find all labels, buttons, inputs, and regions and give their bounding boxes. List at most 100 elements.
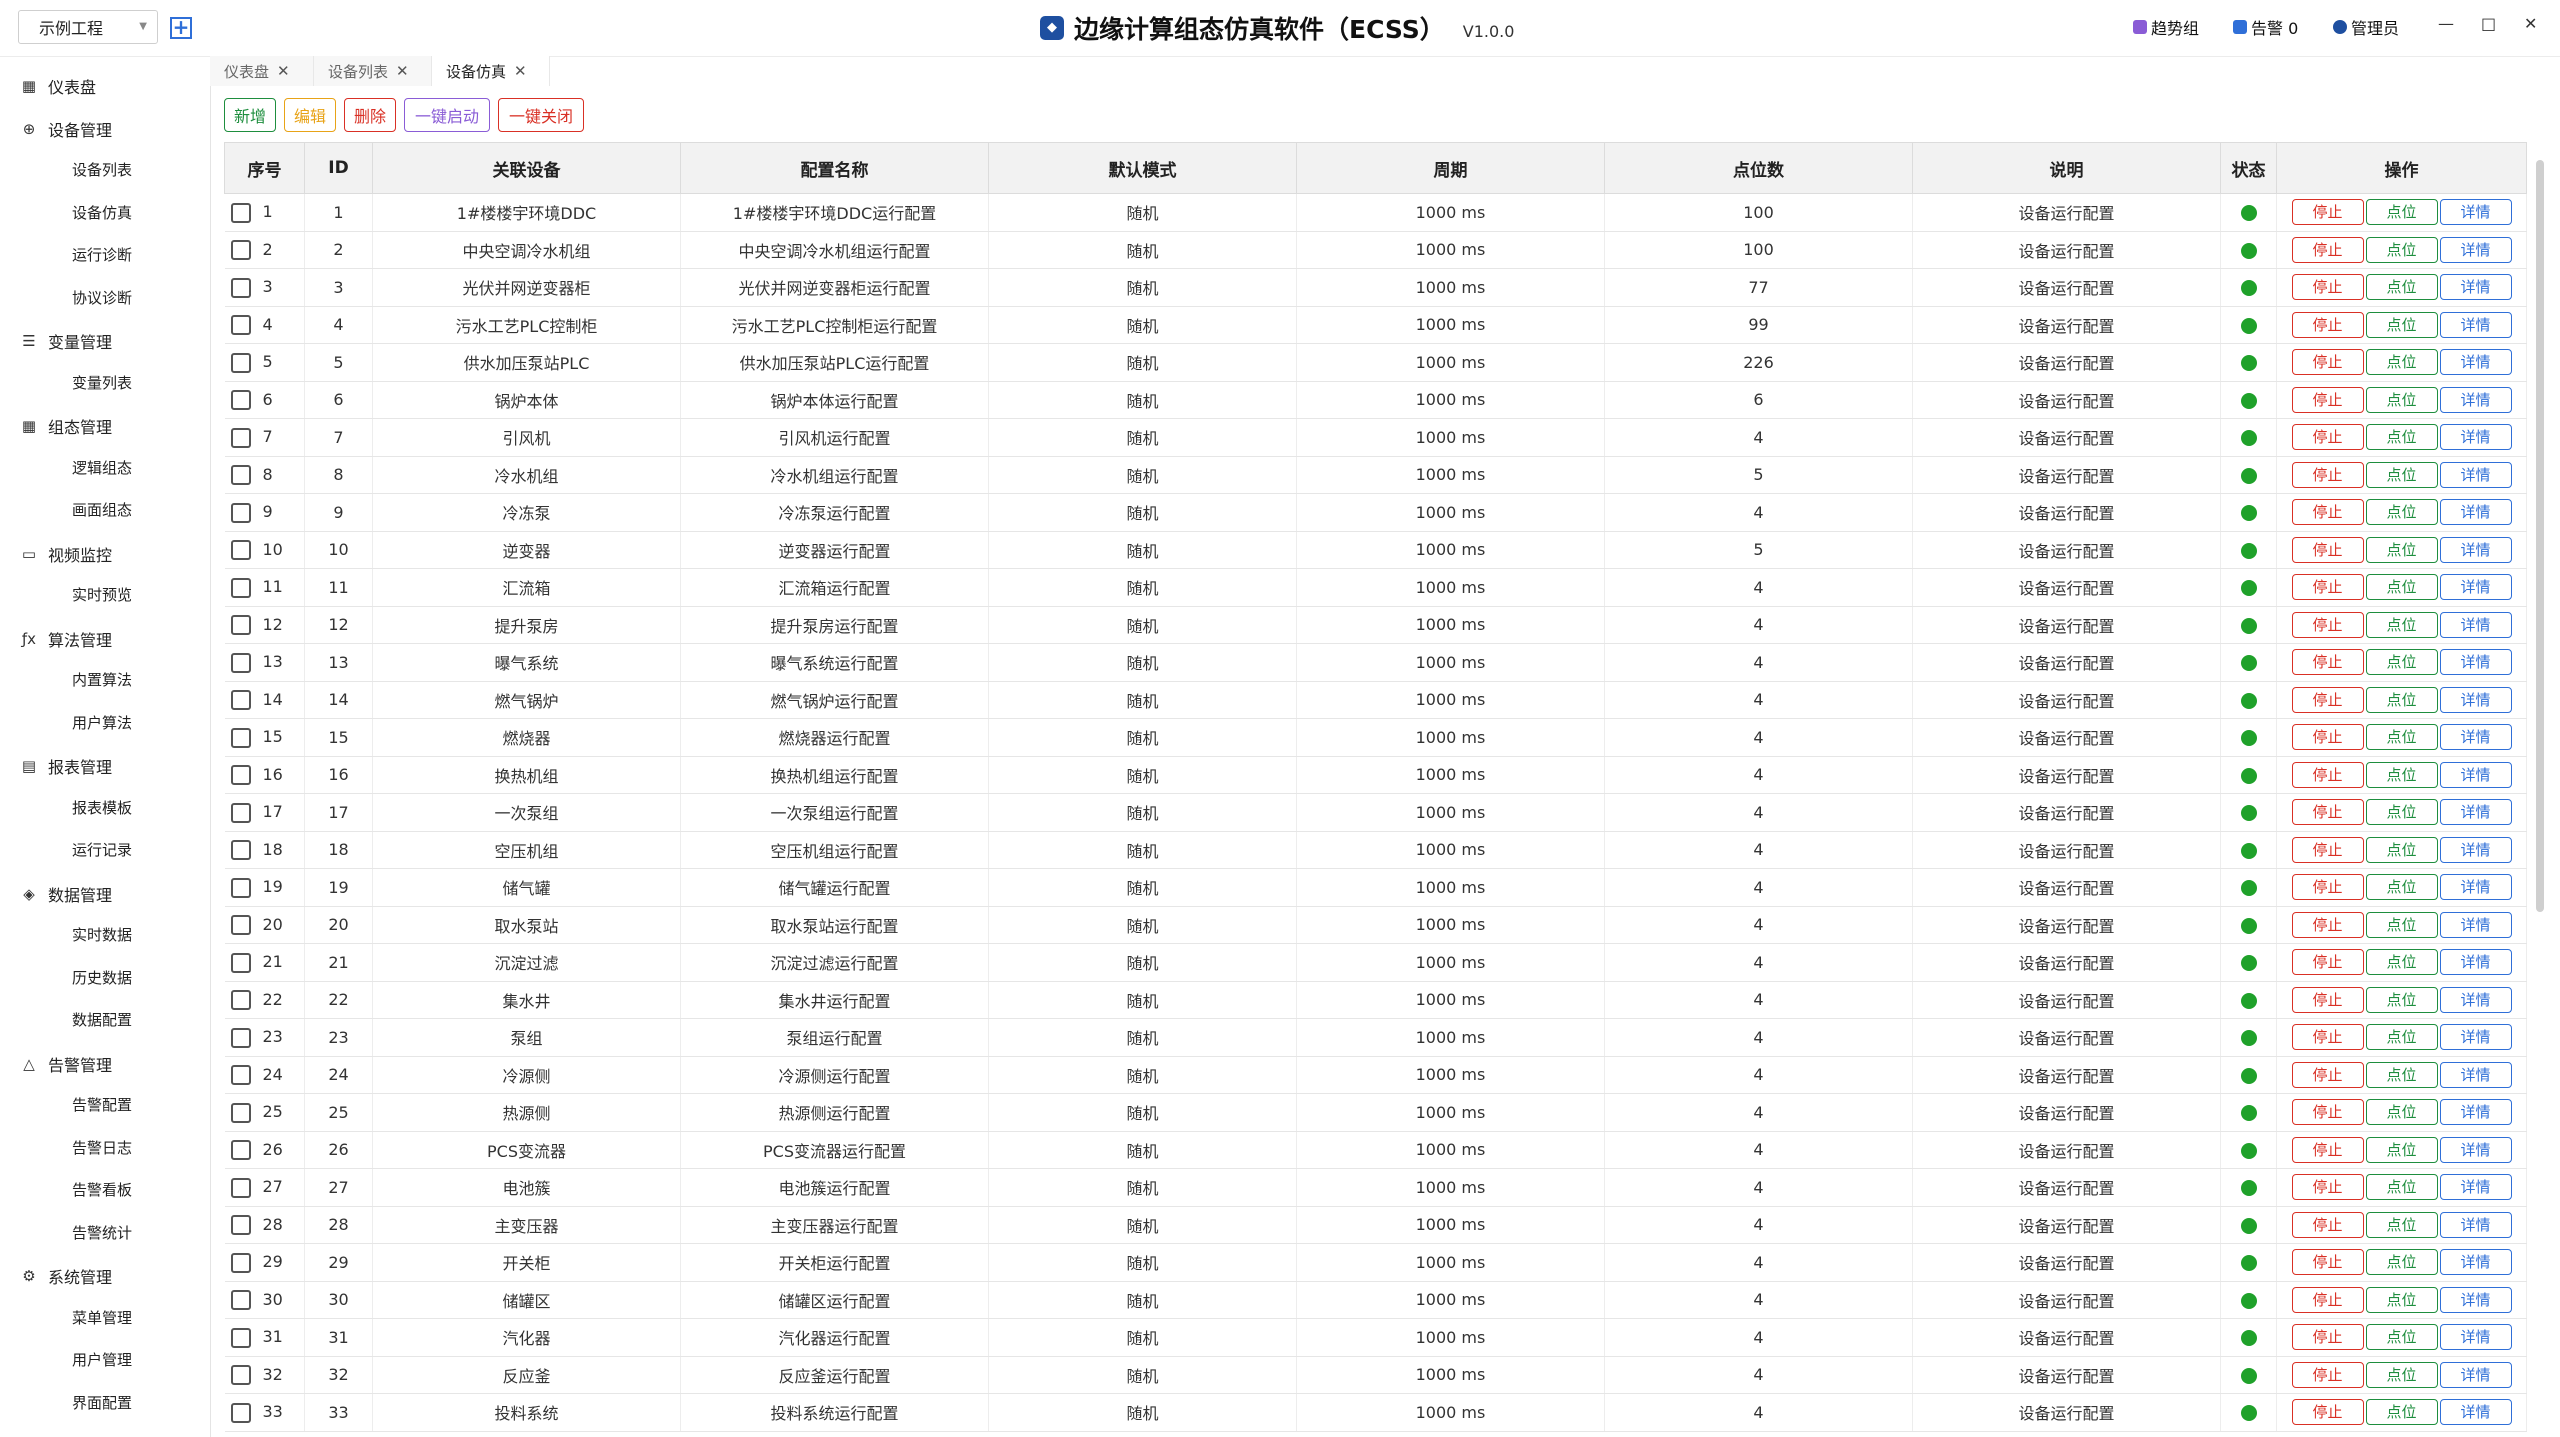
sidebar-item[interactable]: 告警配置 bbox=[72, 1094, 132, 1115]
alarm-button[interactable]: 告警 0 bbox=[2233, 14, 2298, 40]
row-checkbox[interactable] bbox=[230, 802, 251, 823]
detail-button[interactable]: 详情 bbox=[2439, 1361, 2512, 1388]
stop-button[interactable]: 停止 bbox=[2291, 1249, 2364, 1276]
detail-button[interactable]: 详情 bbox=[2439, 574, 2512, 601]
row-checkbox[interactable] bbox=[230, 990, 251, 1010]
stop-button[interactable]: 停止 bbox=[2291, 799, 2364, 826]
table-row[interactable]: 10 10 逆变器 逆变器运行配置 随机 1000 ms 5 设备运行配置 停止 点位 详情 bbox=[224, 531, 2527, 569]
sidebar-item[interactable]: 运行诊断 bbox=[72, 244, 132, 265]
points-button[interactable]: 点位 bbox=[2365, 236, 2438, 263]
table-row[interactable]: 28 28 主变压器 主变压器运行配置 随机 1000 ms 4 设备运行配置 停止 点位 详情 bbox=[224, 1206, 2527, 1244]
points-button[interactable]: 点位 bbox=[2365, 311, 2438, 338]
row-checkbox[interactable] bbox=[230, 202, 251, 223]
row-checkbox[interactable] bbox=[230, 1252, 251, 1273]
row-checkbox[interactable] bbox=[230, 427, 251, 448]
table-row[interactable]: 19 19 储气罐 储气罐运行配置 随机 1000 ms 4 设备运行配置 停止 点位 详情 bbox=[224, 868, 2527, 907]
row-checkbox[interactable] bbox=[230, 765, 251, 785]
table-row[interactable]: 17 17 一次泵组 一次泵组运行配置 随机 1000 ms 4 设备运行配置 停止 点位 详情 bbox=[224, 793, 2527, 832]
stop-button[interactable]: 停止 bbox=[2291, 874, 2364, 901]
detail-button[interactable]: 详情 bbox=[2439, 424, 2512, 451]
stop-button[interactable]: 停止 bbox=[2291, 611, 2364, 638]
table-row[interactable]: 25 25 热源侧 热源侧运行配置 随机 1000 ms 4 设备运行配置 停止 点位 详情 bbox=[224, 1093, 2527, 1132]
points-button[interactable]: 点位 bbox=[2365, 874, 2438, 901]
sidebar-item[interactable]: 告警统计 bbox=[72, 1222, 132, 1243]
stop-button[interactable]: 停止 bbox=[2291, 274, 2364, 301]
stop-button[interactable]: 停止 bbox=[2291, 199, 2364, 226]
detail-button[interactable]: 详情 bbox=[2439, 274, 2512, 301]
tab-device-simulation[interactable]: 设备仿真 ✕ bbox=[432, 56, 550, 86]
close-icon[interactable]: ✕ bbox=[277, 62, 290, 80]
table-row[interactable]: 8 8 冷水机组 冷水机组运行配置 随机 1000 ms 5 设备运行配置 停止 点位 详情 bbox=[224, 456, 2527, 494]
row-checkbox[interactable] bbox=[230, 1065, 251, 1085]
sidebar-item[interactable]: 报表模板 bbox=[72, 797, 132, 818]
row-checkbox[interactable] bbox=[230, 877, 251, 898]
sidebar-group-6[interactable]: ▤ 报表管理 bbox=[20, 754, 112, 778]
row-checkbox[interactable] bbox=[230, 502, 251, 523]
sidebar-group-2[interactable]: ☰ 变量管理 bbox=[20, 329, 112, 353]
stop-button[interactable]: 停止 bbox=[2291, 1286, 2364, 1313]
stop-button[interactable]: 停止 bbox=[2291, 761, 2364, 788]
points-button[interactable]: 点位 bbox=[2365, 536, 2438, 563]
header-period[interactable]: 周期 bbox=[1296, 142, 1605, 194]
header-device[interactable]: 关联设备 bbox=[372, 142, 681, 194]
points-button[interactable]: 点位 bbox=[2365, 1174, 2438, 1201]
table-row[interactable]: 24 24 冷源侧 冷源侧运行配置 随机 1000 ms 4 设备运行配置 停止 点位 详情 bbox=[224, 1056, 2527, 1094]
sidebar-item[interactable]: 运行记录 bbox=[72, 839, 132, 860]
row-checkbox[interactable] bbox=[230, 1365, 251, 1385]
sidebar-item[interactable]: 画面组态 bbox=[72, 499, 132, 520]
row-checkbox[interactable] bbox=[230, 352, 251, 373]
detail-button[interactable]: 详情 bbox=[2439, 349, 2512, 376]
close-icon[interactable]: ✕ bbox=[2524, 14, 2537, 33]
detail-button[interactable]: 详情 bbox=[2439, 1399, 2512, 1426]
table-row[interactable]: 31 31 汽化器 汽化器运行配置 随机 1000 ms 4 设备运行配置 停止 点位 详情 bbox=[224, 1318, 2527, 1357]
points-button[interactable]: 点位 bbox=[2365, 1399, 2438, 1426]
sidebar-group-1[interactable]: ⊕ 设备管理 bbox=[20, 117, 112, 141]
detail-button[interactable]: 详情 bbox=[2439, 386, 2512, 413]
detail-button[interactable]: 详情 bbox=[2439, 311, 2512, 338]
sidebar-group-4[interactable]: ▭ 视频监控 bbox=[20, 542, 112, 566]
points-button[interactable]: 点位 bbox=[2365, 1324, 2438, 1351]
stop-button[interactable]: 停止 bbox=[2291, 1024, 2364, 1051]
table-row[interactable]: 2 2 中央空调冷水机组 中央空调冷水机组运行配置 随机 1000 ms 100 设备运行配置… bbox=[224, 231, 2527, 269]
points-button[interactable]: 点位 bbox=[2365, 199, 2438, 226]
row-checkbox[interactable] bbox=[230, 465, 251, 485]
stop-button[interactable]: 停止 bbox=[2291, 424, 2364, 451]
stop-button[interactable]: 停止 bbox=[2291, 1399, 2364, 1426]
minimize-icon[interactable]: — bbox=[2438, 14, 2454, 33]
row-checkbox[interactable] bbox=[230, 1140, 251, 1160]
stop-button[interactable]: 停止 bbox=[2291, 1174, 2364, 1201]
table-row[interactable]: 7 7 引风机 引风机运行配置 随机 1000 ms 4 设备运行配置 停止 点位 详情 bbox=[224, 418, 2527, 457]
stop-button[interactable]: 停止 bbox=[2291, 986, 2364, 1013]
sidebar-item[interactable]: 历史数据 bbox=[72, 967, 132, 988]
detail-button[interactable]: 详情 bbox=[2439, 1286, 2512, 1313]
header-id[interactable]: ID bbox=[304, 142, 373, 194]
row-checkbox[interactable] bbox=[230, 315, 251, 335]
maximize-icon[interactable]: □ bbox=[2481, 14, 2496, 33]
trend-group-button[interactable]: 趋势组 bbox=[2133, 14, 2199, 40]
table-row[interactable]: 9 9 冷冻泵 冷冻泵运行配置 随机 1000 ms 4 设备运行配置 停止 点位 详情 bbox=[224, 493, 2527, 532]
stop-button[interactable]: 停止 bbox=[2291, 349, 2364, 376]
detail-button[interactable]: 详情 bbox=[2439, 1174, 2512, 1201]
sidebar-item[interactable]: 告警看板 bbox=[72, 1179, 132, 1200]
points-button[interactable]: 点位 bbox=[2365, 1361, 2438, 1388]
table-row[interactable]: 30 30 储罐区 储罐区运行配置 随机 1000 ms 4 设备运行配置 停止 点位 详情 bbox=[224, 1281, 2527, 1319]
user-menu[interactable]: 管理员 bbox=[2333, 14, 2399, 40]
close-icon[interactable]: ✕ bbox=[514, 62, 527, 80]
detail-button[interactable]: 详情 bbox=[2439, 499, 2512, 526]
detail-button[interactable]: 详情 bbox=[2439, 986, 2512, 1013]
points-button[interactable]: 点位 bbox=[2365, 1286, 2438, 1313]
detail-button[interactable]: 详情 bbox=[2439, 836, 2512, 863]
row-checkbox[interactable] bbox=[230, 1327, 251, 1348]
detail-button[interactable]: 详情 bbox=[2439, 799, 2512, 826]
row-checkbox[interactable] bbox=[230, 690, 251, 710]
row-checkbox[interactable] bbox=[230, 727, 251, 748]
stop-button[interactable]: 停止 bbox=[2291, 311, 2364, 338]
sidebar-item[interactable]: 设备仿真 bbox=[72, 202, 132, 223]
edit-button[interactable]: 编辑 bbox=[284, 98, 336, 132]
sidebar-group-3[interactable]: ▦ 组态管理 bbox=[20, 414, 112, 438]
points-button[interactable]: 点位 bbox=[2365, 1136, 2438, 1163]
stop-button[interactable]: 停止 bbox=[2291, 461, 2364, 488]
row-checkbox[interactable] bbox=[230, 240, 251, 260]
add-project-icon[interactable]: + bbox=[170, 17, 192, 39]
vertical-scrollbar[interactable] bbox=[2536, 160, 2544, 912]
